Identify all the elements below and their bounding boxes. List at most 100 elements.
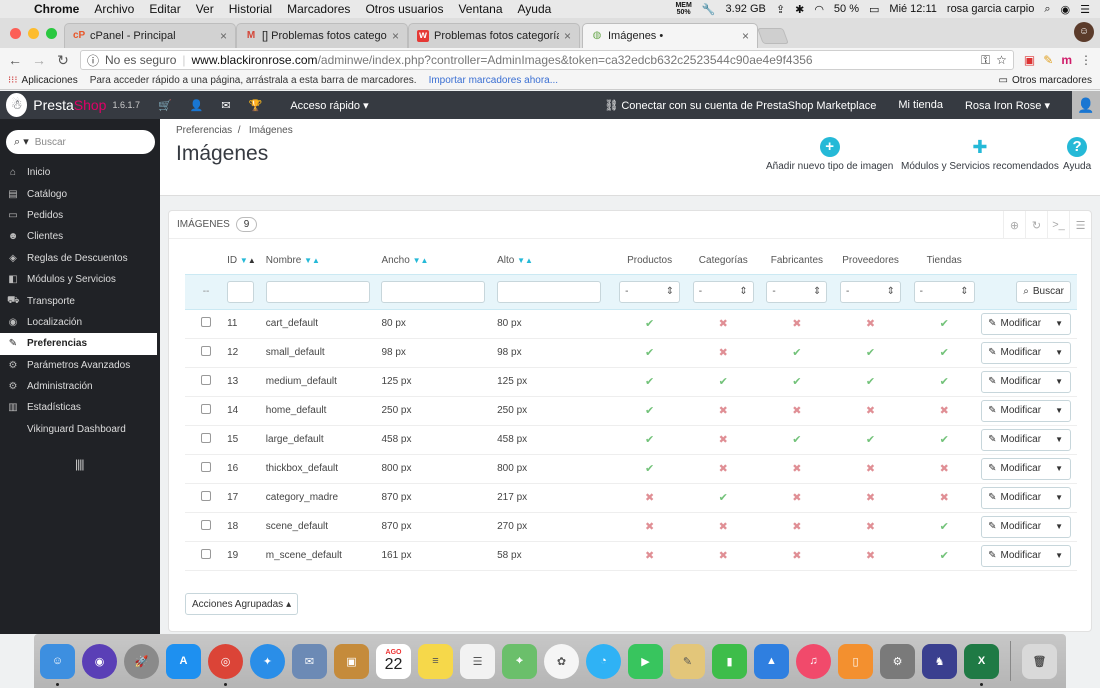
sidebar-item[interactable]: ⛟ Transporte: [0, 290, 160, 311]
trash-icon[interactable]: 🗑: [1022, 643, 1057, 679]
calendar-icon[interactable]: AGO 22: [376, 643, 411, 679]
cross-icon[interactable]: ✖: [719, 550, 728, 562]
cross-icon[interactable]: ✖: [645, 550, 654, 562]
music-icon[interactable]: ♫: [796, 643, 831, 679]
row-checkbox[interactable]: [201, 375, 212, 385]
cross-icon[interactable]: ✖: [645, 521, 654, 533]
close-tab-icon[interactable]: ×: [564, 29, 571, 43]
sql-query-icon[interactable]: >_: [1047, 211, 1069, 239]
cross-icon[interactable]: ✖: [719, 347, 728, 359]
edit-dropdown-caret-icon[interactable]: ▼: [1047, 319, 1070, 328]
excel-icon[interactable]: X: [964, 643, 999, 686]
sidebar-item[interactable]: ◉ Localización: [0, 312, 160, 333]
table-row[interactable]: 18 scene_default 870 px 270 px ✖ ✖ ✖ ✖ ✔ ✎ Modific…: [185, 512, 1077, 542]
spotlight-icon[interactable]: ⌕: [1044, 3, 1050, 16]
facetime-icon[interactable]: ▶: [628, 643, 663, 679]
filter-manufacturers-select[interactable]: - ⇕: [766, 280, 828, 303]
siri-icon[interactable]: ◉: [82, 643, 117, 679]
notification-center-icon[interactable]: ☰: [1080, 3, 1090, 16]
check-icon[interactable]: ✔: [940, 521, 949, 533]
check-icon[interactable]: ✔: [792, 434, 801, 446]
sidebar-item[interactable]: ▥ Estadísticas: [0, 397, 160, 418]
edit-button[interactable]: ✎ Modificar ▼: [981, 486, 1071, 509]
cross-icon[interactable]: ✖: [940, 405, 949, 417]
edit-dropdown-caret-icon[interactable]: ▼: [1047, 551, 1070, 560]
notes-icon[interactable]: ≡: [418, 643, 453, 679]
user-avatar[interactable]: 👤: [1072, 91, 1100, 119]
apps-bookmark[interactable]: ⁝⁝⁝ Aplicaciones: [8, 75, 78, 86]
import-bookmarks-link[interactable]: Importar marcadores ahora...: [429, 75, 559, 86]
back-icon[interactable]: ←: [8, 52, 22, 68]
filter-name-input[interactable]: [265, 280, 370, 303]
profile-avatar-icon[interactable]: ☺: [1074, 22, 1094, 42]
check-icon[interactable]: ✔: [719, 492, 728, 504]
cross-icon[interactable]: ✖: [719, 318, 728, 330]
table-row[interactable]: 17 category_madre 870 px 217 px ✖ ✔ ✖ ✖ ✖ ✎ Modifi…: [185, 483, 1077, 513]
help-button[interactable]: ? Ayuda: [1063, 137, 1091, 172]
table-row[interactable]: 15 large_default 458 px 458 px ✔ ✖ ✔ ✔ ✔ ✎ Modific…: [185, 425, 1077, 455]
row-checkbox[interactable]: [201, 433, 212, 443]
check-icon[interactable]: ✔: [645, 405, 654, 417]
check-icon[interactable]: ✔: [719, 376, 728, 388]
sidebar-item[interactable]: ⚙ Parámetros Avanzados: [0, 355, 160, 376]
edit-button[interactable]: ✎ Modificar ▼: [981, 544, 1071, 567]
refresh-icon[interactable]: ↻: [1025, 211, 1047, 239]
search-icon[interactable]: ⌕ ▾: [14, 135, 29, 149]
upload-icon[interactable]: ⇪: [776, 3, 785, 16]
row-checkbox[interactable]: [201, 404, 212, 414]
edit-main[interactable]: ✎ Modificar: [982, 376, 1047, 387]
app-store-icon[interactable]: A: [166, 643, 201, 679]
edit-dropdown-caret-icon[interactable]: ▼: [1047, 493, 1070, 502]
menu-archivo[interactable]: Archivo: [94, 2, 134, 16]
edit-main[interactable]: ✎ Modificar: [982, 405, 1047, 416]
row-checkbox[interactable]: [201, 520, 212, 530]
messages-icon[interactable]: ◔: [586, 643, 621, 679]
cross-icon[interactable]: ✖: [940, 463, 949, 475]
check-icon[interactable]: ✔: [645, 347, 654, 359]
edit-dropdown-caret-icon[interactable]: ▼: [1047, 464, 1070, 473]
bulk-actions-button[interactable]: Acciones Agrupadas ▴: [185, 593, 299, 615]
filter-suppliers-select[interactable]: - ⇕: [840, 280, 902, 303]
cross-icon[interactable]: ✖: [866, 318, 875, 330]
tab-forum[interactable]: w Problemas fotos categorías si ×: [408, 23, 580, 48]
presentation-icon[interactable]: ▲: [754, 643, 789, 679]
photos-icon[interactable]: ✿: [544, 643, 579, 679]
battery-icon[interactable]: ▭: [869, 3, 879, 16]
add-new-icon[interactable]: ⊕: [1003, 211, 1025, 239]
mail-icon[interactable]: ✉: [292, 643, 327, 679]
cross-icon[interactable]: ✖: [866, 463, 875, 475]
check-icon[interactable]: ✔: [866, 376, 875, 388]
tab-cpanel[interactable]: cP cPanel - Principal ×: [64, 23, 236, 48]
menu-ver[interactable]: Ver: [196, 2, 214, 16]
check-icon[interactable]: ✔: [645, 463, 654, 475]
tab-imagenes[interactable]: ◍ Imágenes • ×: [582, 23, 758, 48]
marketplace-link[interactable]: ⛓ Conectar con su cuenta de PrestaShop M…: [604, 99, 876, 112]
edit-main[interactable]: ✎ Modificar: [982, 463, 1047, 474]
edit-main[interactable]: ✎ Modificar: [982, 521, 1047, 532]
sort-icon[interactable]: ▼▲: [240, 256, 256, 265]
inkscape-icon[interactable]: ♞: [922, 643, 957, 679]
check-icon[interactable]: ✔: [866, 434, 875, 446]
menu-marcadores[interactable]: Marcadores: [287, 2, 350, 16]
wifi-icon[interactable]: ◠: [814, 3, 824, 16]
cross-icon[interactable]: ✖: [792, 550, 801, 562]
cross-icon[interactable]: ✖: [792, 318, 801, 330]
filter-products-select[interactable]: - ⇕: [619, 280, 681, 303]
edit-main[interactable]: ✎ Modificar: [982, 550, 1047, 561]
clock[interactable]: Mié 12:11: [889, 3, 937, 15]
customers-icon[interactable]: 👤: [190, 99, 204, 112]
check-icon[interactable]: ✔: [792, 347, 801, 359]
cross-icon[interactable]: ✖: [792, 463, 801, 475]
sidebar-item[interactable]: ▭ Pedidos: [0, 205, 160, 226]
row-checkbox[interactable]: [201, 549, 212, 559]
info-icon[interactable]: ⓘ: [87, 52, 99, 69]
system-preferences-icon[interactable]: ⚙: [880, 643, 915, 679]
sort-icon[interactable]: ▼▲: [413, 256, 429, 265]
row-checkbox[interactable]: [201, 346, 212, 356]
col-name[interactable]: Nombre ▼▲: [266, 247, 382, 274]
sidebar-item[interactable]: Vikinguard Dashboard: [0, 419, 160, 440]
check-icon[interactable]: ✔: [940, 376, 949, 388]
check-icon[interactable]: ✔: [940, 347, 949, 359]
edit-button[interactable]: ✎ Modificar ▼: [981, 457, 1071, 480]
zoom-window-button[interactable]: [46, 28, 57, 39]
